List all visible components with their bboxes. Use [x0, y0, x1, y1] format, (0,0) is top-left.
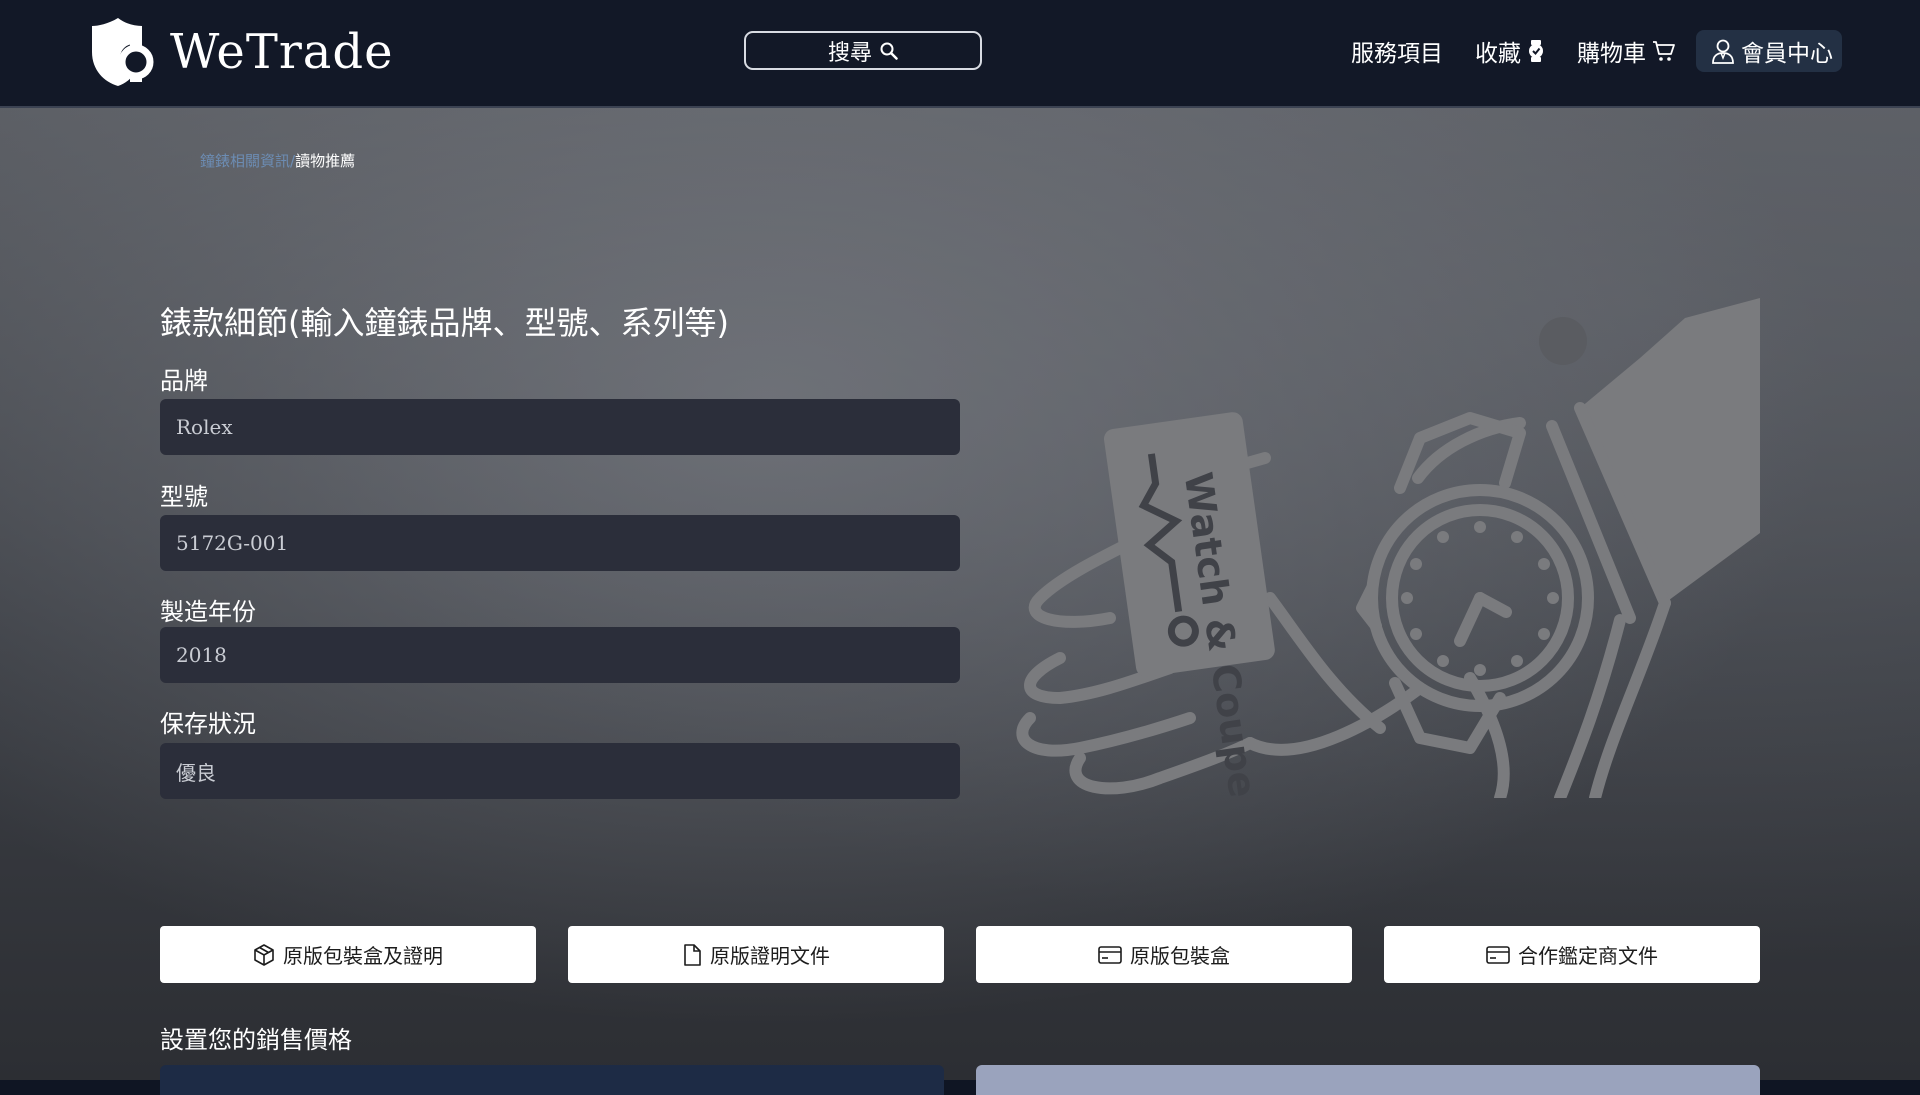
watch-details-title: 錶款細節(輸入鐘錶品牌、型號、系列等)	[160, 304, 729, 342]
doc-partner-appraiser-label: 合作鑑定商文件	[1518, 944, 1658, 968]
search-label: 搜尋	[827, 40, 872, 66]
doc-box-and-certificate-button[interactable]: 原版包裝盒及證明	[160, 926, 536, 983]
breadcrumb-current: 讀物推薦	[295, 152, 356, 170]
doc-partner-appraiser-button[interactable]: 合作鑑定商文件	[1384, 926, 1760, 983]
user-icon	[1712, 39, 1734, 64]
card-icon	[1098, 945, 1122, 964]
brand-input[interactable]	[160, 399, 960, 455]
member-center-button[interactable]: 會員中心	[1696, 30, 1842, 72]
nav-services-label: 服務項目	[1351, 41, 1443, 67]
nav-cart-label: 購物車	[1577, 41, 1646, 67]
brand-label: 品牌	[160, 367, 208, 395]
model-label: 型號	[160, 483, 208, 511]
doc-certificate-button[interactable]: 原版證明文件	[568, 926, 944, 983]
shield-logo-icon	[92, 18, 154, 86]
nav-links: 服務項目 收藏 購物車 會員中心	[1319, 30, 1842, 72]
logo[interactable]: WeTrade	[90, 16, 394, 88]
doc-box-and-certificate-label: 原版包裝盒及證明	[283, 944, 443, 968]
nav-favorites[interactable]: 收藏	[1475, 34, 1545, 68]
year-input[interactable]	[160, 627, 960, 683]
card-icon	[1486, 945, 1510, 964]
nav-services[interactable]: 服務項目	[1351, 34, 1443, 68]
document-icon	[684, 943, 701, 966]
price-input-left[interactable]	[160, 1065, 944, 1095]
watch-icon	[1529, 40, 1543, 62]
doc-certificate-label: 原版證明文件	[710, 944, 830, 968]
condition-input[interactable]	[160, 743, 960, 799]
price-option-right[interactable]	[976, 1065, 1760, 1095]
doc-original-box-button[interactable]: 原版包裝盒	[976, 926, 1352, 983]
top-navbar: WeTrade 搜尋 服務項目 收藏 購物車 會員中心	[0, 0, 1920, 108]
doc-original-box-label: 原版包裝盒	[1130, 944, 1230, 968]
breadcrumb: 鐘錶相關資訊/讀物推薦	[200, 150, 355, 171]
app-name: WeTrade	[170, 24, 394, 80]
breadcrumb-parent-link[interactable]: 鐘錶相關資訊	[200, 152, 290, 170]
condition-label: 保存狀況	[160, 710, 256, 738]
nav-favorites-label: 收藏	[1475, 41, 1521, 67]
set-price-title: 設置您的銷售價格	[160, 1026, 352, 1054]
main-content: 鐘錶相關資訊/讀物推薦 錶款細節(輸入鐘錶品牌、型號、系列等) 品牌 型號 製造…	[0, 108, 1920, 1095]
box-icon	[254, 943, 274, 966]
search-button[interactable]: 搜尋	[744, 31, 982, 70]
nav-cart[interactable]: 購物車	[1577, 34, 1676, 68]
hand-watch-illustration: Watch & Coupes	[1016, 298, 1760, 798]
cart-icon	[1653, 41, 1675, 61]
model-input[interactable]	[160, 515, 960, 571]
member-center-label: 會員中心	[1741, 41, 1833, 67]
year-label: 製造年份	[160, 598, 256, 626]
search-icon	[880, 42, 898, 60]
